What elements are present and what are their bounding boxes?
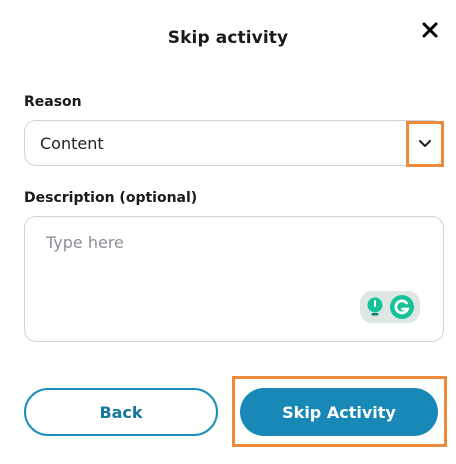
reason-select[interactable]: Content	[24, 120, 444, 167]
reason-label: Reason	[24, 94, 82, 110]
skip-activity-dialog: Skip activity Reason Content Description…	[0, 0, 456, 464]
chevron-down-icon[interactable]	[418, 139, 432, 149]
reason-selected-value[interactable]: Content	[40, 134, 104, 153]
lightbulb-icon[interactable]	[365, 296, 385, 318]
dialog-title: Skip activity	[167, 28, 289, 48]
reason-dropdown-toggle[interactable]	[406, 121, 444, 167]
back-button[interactable]: Back	[24, 388, 218, 436]
description-textarea[interactable]: Type here	[24, 216, 444, 342]
description-label: Description (optional)	[24, 190, 198, 206]
close-button[interactable]	[414, 14, 446, 46]
skip-activity-button[interactable]: Skip Activity	[240, 388, 438, 436]
description-placeholder: Type here	[46, 233, 124, 252]
grammarly-icon[interactable]	[389, 294, 415, 320]
close-icon[interactable]	[422, 22, 438, 38]
grammarly-widget[interactable]	[360, 291, 420, 323]
